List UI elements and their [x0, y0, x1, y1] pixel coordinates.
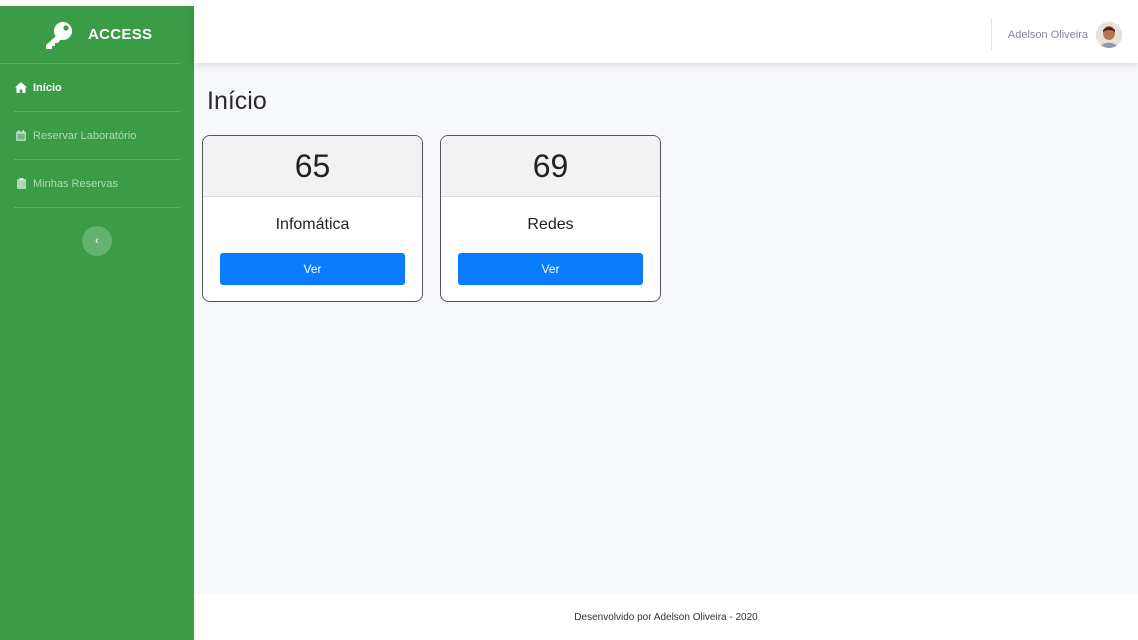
sidebar-toggle-wrap: ‹: [0, 208, 194, 256]
sidebar-item-inicio[interactable]: Início: [14, 64, 180, 112]
lab-name: Redes: [527, 216, 574, 233]
sidebar-item-minhas-reservas[interactable]: Minhas Reservas: [14, 160, 180, 208]
sidebar-item-label: Minhas Reservas: [33, 177, 118, 190]
brand[interactable]: ACCESS: [0, 6, 180, 64]
brand-name: ACCESS: [88, 26, 153, 43]
footer: Desenvolvido por Adelson Oliveira - 2020: [194, 594, 1138, 640]
home-icon: [14, 82, 28, 93]
footer-text: Desenvolvido por Adelson Oliveira - 2020: [574, 611, 758, 623]
sidebar: ACCESS Início Reservar Laboratório Minha…: [0, 6, 194, 640]
page-title: Início: [207, 87, 267, 115]
lab-card-infomatica: 65 Infomática Ver: [202, 135, 423, 302]
view-button[interactable]: Ver: [458, 253, 643, 285]
lab-count: 69: [441, 136, 660, 197]
topbar-divider: [991, 18, 992, 50]
sidebar-item-label: Reservar Laboratório: [33, 129, 137, 142]
avatar[interactable]: [1096, 22, 1122, 48]
topbar: Adelson Oliveira: [194, 0, 1138, 63]
sidebar-toggle-button[interactable]: ‹: [82, 226, 112, 256]
clipboard-icon: [14, 178, 28, 189]
sidebar-item-reservar-laboratorio[interactable]: Reservar Laboratório: [14, 112, 180, 160]
calendar-icon: [14, 130, 28, 141]
user-name[interactable]: Adelson Oliveira: [1008, 29, 1088, 41]
chevron-left-icon: ‹: [95, 235, 99, 247]
lab-card-redes: 69 Redes Ver: [440, 135, 661, 302]
main-content: Início 65 Infomática Ver 69 Redes Ver: [194, 63, 1138, 594]
lab-name: Infomática: [275, 216, 350, 233]
sidebar-item-label: Início: [33, 81, 62, 94]
view-button[interactable]: Ver: [220, 253, 405, 285]
lab-count: 65: [203, 136, 422, 197]
key-icon: [40, 19, 78, 51]
